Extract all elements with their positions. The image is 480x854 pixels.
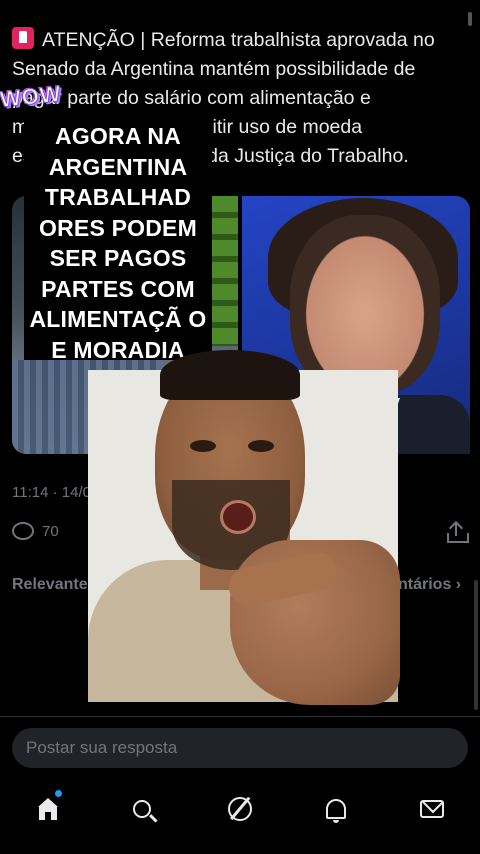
reply-count: 70: [42, 522, 59, 540]
search-icon: [133, 800, 151, 818]
sort-relevant-label[interactable]: Relevante: [12, 576, 88, 594]
politician-face: [290, 215, 440, 395]
reply-icon: [12, 522, 34, 540]
presenter-eye-right: [248, 440, 274, 452]
nav-messages[interactable]: [412, 792, 452, 826]
nav-search[interactable]: [122, 792, 162, 826]
view-comments-label: ntários: [398, 576, 452, 593]
alert-icon: [12, 27, 34, 49]
video-caption: AGORA NA ARGENTINA TRABALHAD ORES PODEM …: [29, 123, 207, 363]
nav-home[interactable]: [28, 792, 68, 826]
presenter-mouth: [220, 500, 256, 534]
scrollbar-thumb[interactable]: [468, 12, 472, 26]
grok-icon: [228, 797, 252, 821]
tweet-line-3: pagar parte do salário com alimentação e: [12, 87, 371, 109]
side-scrollbar[interactable]: [474, 580, 478, 710]
nav-grok[interactable]: [220, 792, 260, 826]
home-icon: [36, 798, 60, 820]
view-comments-link[interactable]: ntários ›: [398, 576, 461, 594]
reply-placeholder: Postar sua resposta: [26, 738, 178, 757]
tweet-line-1: ATENÇÃO | Reforma trabalhista aprovada n…: [42, 29, 435, 51]
presenter-hair: [160, 350, 300, 400]
mail-icon: [420, 800, 444, 818]
nav-notifications[interactable]: [316, 792, 356, 826]
share-button[interactable]: [446, 520, 469, 544]
divider: [0, 716, 480, 717]
home-notification-dot: [55, 790, 62, 797]
presenter-eye-left: [190, 440, 216, 452]
bell-icon: [326, 799, 346, 823]
vegetables-image-detail: [212, 196, 238, 346]
chevron-right-icon: ›: [455, 576, 462, 593]
share-icon: [446, 520, 469, 544]
reply-button[interactable]: 70: [12, 522, 59, 540]
tweet-line-2: Senado da Argentina mantém possibilidade…: [12, 58, 416, 80]
